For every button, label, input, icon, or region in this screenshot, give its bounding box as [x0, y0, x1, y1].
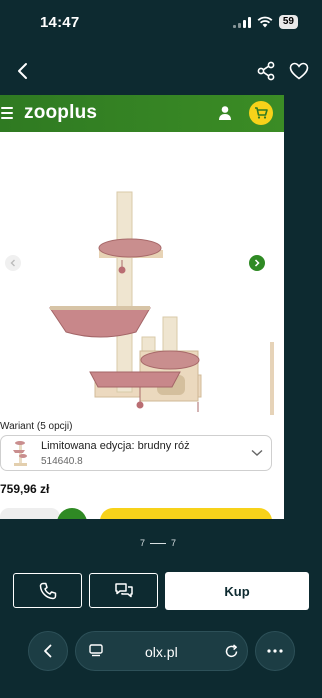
call-button[interactable]: [13, 573, 82, 608]
chevron-left-icon: [44, 644, 52, 658]
page-menu-icon: [89, 644, 103, 657]
listing-image[interactable]: zooplus Wariant (5 opcji) Limitowana edy…: [0, 95, 284, 519]
variant-selector: Limitowana edycja: brudny róż 514640.8: [0, 435, 272, 471]
variant-sku: 514640.8: [41, 456, 83, 467]
message-button[interactable]: [89, 573, 158, 608]
image-pager: 7 7: [140, 538, 176, 548]
cart-button: [249, 101, 273, 125]
battery-indicator: 59: [278, 15, 298, 29]
cart-icon: [255, 107, 268, 119]
image-prev-arrow: [5, 255, 21, 271]
pager-current: 7: [140, 538, 146, 548]
address-bar[interactable]: olx.pl: [75, 631, 248, 671]
product-price: 759,96 zł: [0, 482, 50, 496]
variant-title: Limitowana edycja: brudny róż: [41, 440, 190, 452]
add-button: [57, 508, 87, 519]
chevron-left-icon: [18, 63, 27, 79]
pager-total: 7: [171, 538, 177, 548]
zooplus-logo: zooplus: [24, 102, 98, 123]
heart-icon: [289, 62, 309, 80]
product-photo: [0, 132, 284, 482]
user-icon: [219, 106, 231, 120]
add-to-cart-button: [100, 508, 272, 519]
reload-icon[interactable]: [224, 644, 239, 659]
chat-icon: [114, 582, 133, 597]
pager-divider: [150, 542, 167, 544]
image-next-arrow: [249, 255, 265, 271]
cat-tree-illustration: [49, 191, 274, 482]
quantity-control: [0, 508, 60, 519]
more-options-button[interactable]: [255, 631, 295, 671]
browser-back-button[interactable]: [28, 631, 68, 671]
hamburger-menu-icon: [1, 107, 13, 122]
zooplus-header: zooplus: [0, 95, 284, 132]
share-icon: [257, 61, 275, 81]
wifi-icon: [257, 16, 273, 28]
back-button[interactable]: [10, 58, 36, 84]
phone-icon: [39, 582, 56, 599]
status-icons: 59: [232, 15, 298, 29]
chevron-right-icon: [254, 259, 260, 267]
url-text: olx.pl: [145, 644, 178, 660]
chevron-left-icon: [10, 259, 15, 267]
variant-label: Wariant (5 opcji): [0, 421, 73, 432]
cellular-signal-icon: [232, 16, 251, 28]
buy-button[interactable]: Kup: [165, 572, 309, 610]
status-time: 14:47: [40, 14, 80, 31]
favorite-button[interactable]: [286, 58, 312, 84]
more-dots-icon: [267, 649, 283, 653]
variant-thumbnail: [13, 441, 27, 466]
chevron-down-icon: [251, 449, 263, 456]
share-button[interactable]: [253, 58, 279, 84]
